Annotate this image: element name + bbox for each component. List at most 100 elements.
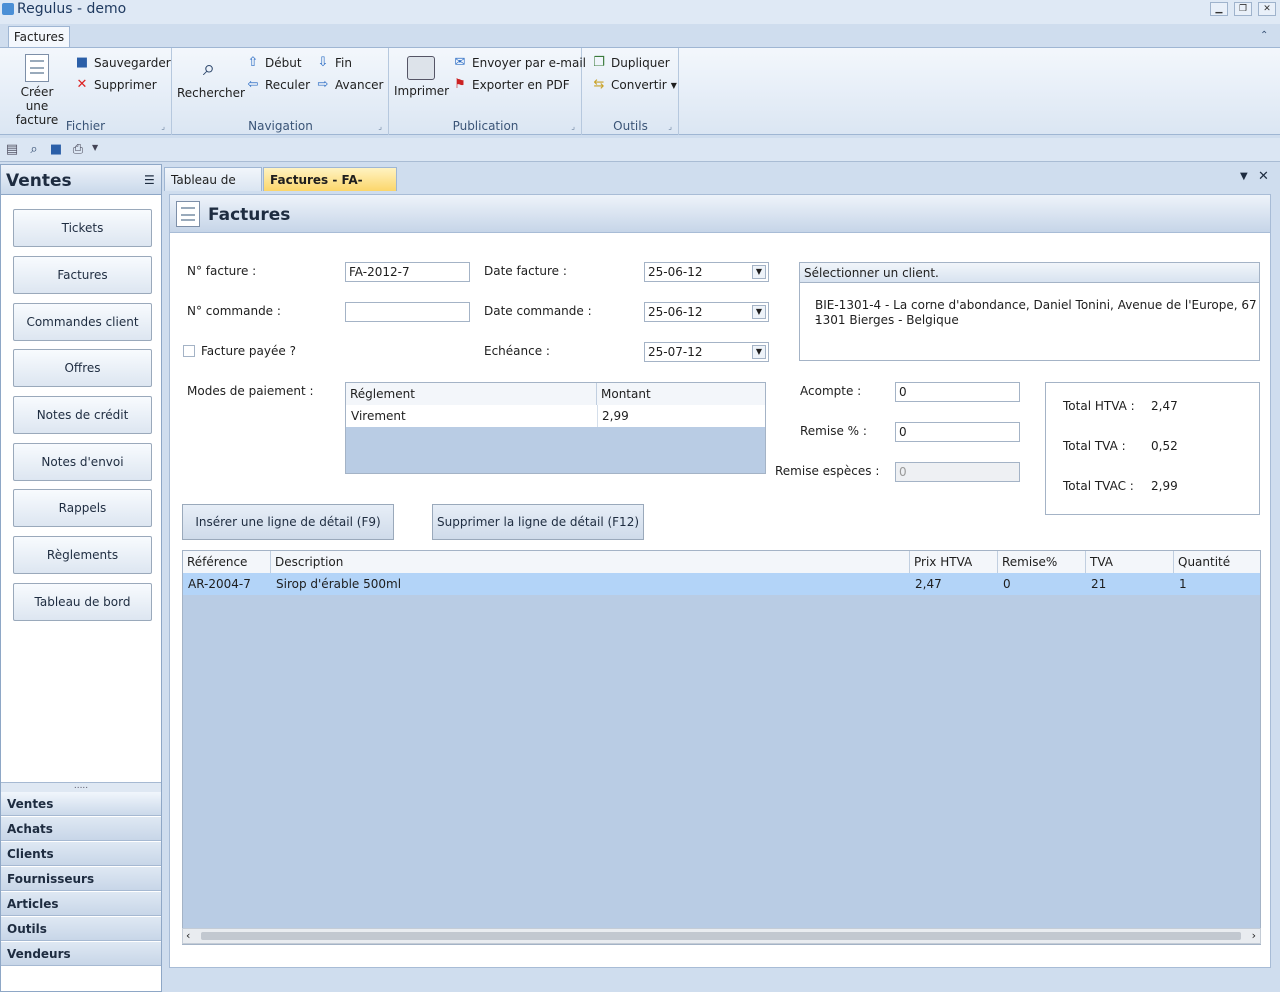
- group-fichier: Créer une facture ■ Sauvegarder ✕ Supprime…: [0, 48, 172, 135]
- title-bar: Regulus - demo ▁ ❐ ✕: [0, 0, 1280, 24]
- save-icon[interactable]: ■: [48, 142, 64, 158]
- nav-button-reglements[interactable]: Règlements: [13, 536, 152, 574]
- nav-section-fournisseurs[interactable]: Fournisseurs: [1, 867, 161, 891]
- table-row[interactable]: AR-2004-7 Sirop d'érable 500ml 2,47 0 21…: [183, 573, 1260, 595]
- duplicate-button[interactable]: ❐ Dupliquer: [591, 55, 670, 71]
- export-pdf-button[interactable]: ⚑ Exporter en PDF: [452, 77, 569, 93]
- ribbon-tab-factures[interactable]: Factures: [8, 26, 70, 48]
- nav-button-notes-de-credit[interactable]: Notes de crédit: [13, 396, 152, 434]
- create-invoice-button[interactable]: Créer une facture: [4, 54, 70, 127]
- save-button[interactable]: ■ Sauvegarder: [74, 55, 171, 71]
- discount-percent-label: Remise % :: [800, 424, 867, 438]
- print-button[interactable]: Imprimer: [394, 56, 449, 98]
- nav-button-tickets[interactable]: Tickets: [13, 209, 152, 247]
- nav-section-ventes[interactable]: Ventes: [1, 792, 161, 816]
- discount-percent-field[interactable]: 0: [895, 422, 1020, 442]
- quantity-cell: 1: [1179, 577, 1187, 591]
- delete-button[interactable]: ✕ Supprimer: [74, 77, 157, 93]
- column-header-reference[interactable]: Référence: [183, 551, 271, 573]
- detail-grid[interactable]: Référence Description Prix HTVA Remise% …: [182, 550, 1261, 945]
- nav-section-clients[interactable]: Clients: [1, 842, 161, 866]
- payment-modes-label: Modes de paiement :: [187, 384, 314, 398]
- send-email-button[interactable]: ✉ Envoyer par e-mail: [452, 55, 586, 71]
- invoice-number-field[interactable]: FA-2012-7: [345, 262, 470, 282]
- client-panel[interactable]: Sélectionner un client. BIE-1301-4 - La …: [799, 262, 1260, 361]
- group-launcher-icon[interactable]: ⌟: [378, 122, 382, 131]
- delete-detail-line-button[interactable]: Supprimer la ligne de détail (F12): [432, 504, 644, 540]
- new-icon[interactable]: ▤: [4, 142, 20, 158]
- binoculars-icon: ⌕: [202, 56, 216, 81]
- group-launcher-icon[interactable]: ⌟: [571, 122, 575, 131]
- splitter-grip[interactable]: .....: [1, 782, 161, 792]
- dropdown-arrow-icon[interactable]: ▼: [752, 265, 766, 279]
- nav-section-articles[interactable]: Articles: [1, 892, 161, 916]
- pane-menu-icon[interactable]: ☰: [144, 173, 155, 187]
- payment-grid[interactable]: Réglement Montant Virement 2,99: [345, 382, 766, 474]
- invoice-form: Factures N° facture : FA-2012-7 N° comma…: [169, 194, 1271, 968]
- tab-list-dropdown-icon[interactable]: ▼: [1240, 171, 1248, 182]
- close-tab-icon[interactable]: ✕: [1258, 169, 1269, 184]
- convert-button[interactable]: ⇆ Convertir ▼: [591, 77, 677, 93]
- insert-detail-line-button[interactable]: Insérer une ligne de détail (F9): [182, 504, 394, 540]
- dropdown-arrow-icon: ▼: [670, 80, 677, 90]
- scrollbar-thumb[interactable]: [201, 932, 1241, 940]
- deposit-field[interactable]: 0: [895, 382, 1020, 402]
- nav-section-vendeurs[interactable]: Vendeurs: [1, 942, 161, 966]
- table-row[interactable]: Virement 2,99: [346, 405, 765, 427]
- column-header-description[interactable]: Description: [271, 551, 910, 573]
- group-launcher-icon[interactable]: ⌟: [668, 122, 672, 131]
- close-window-button[interactable]: ✕: [1258, 2, 1276, 16]
- maximize-button[interactable]: ❐: [1234, 2, 1252, 16]
- nav-button-offres[interactable]: Offres: [13, 349, 152, 387]
- nav-button-rappels[interactable]: Rappels: [13, 489, 152, 527]
- horizontal-scrollbar[interactable]: ‹ ›: [182, 928, 1261, 944]
- tab-factures-fa-2012-7[interactable]: Factures - FA-2012-7: [263, 167, 397, 211]
- column-header-montant[interactable]: Montant: [597, 383, 765, 405]
- last-record-button[interactable]: ⇩ Fin: [315, 55, 352, 71]
- email-icon: ✉: [454, 55, 466, 70]
- tab-tableau-de-bord[interactable]: Tableau de bord: [164, 167, 262, 211]
- minimize-button[interactable]: ▁: [1210, 2, 1228, 16]
- scroll-left-icon[interactable]: ‹: [186, 929, 190, 943]
- nav-button-tableau-de-bord[interactable]: Tableau de bord: [13, 583, 152, 621]
- discount-cell: 0: [1003, 577, 1011, 591]
- column-header-quantite[interactable]: Quantité: [1174, 551, 1260, 573]
- print-icon[interactable]: ⎙: [70, 142, 86, 158]
- due-date-picker[interactable]: 25-07-12 ▼: [644, 342, 769, 362]
- invoice-date-label: Date facture :: [484, 264, 567, 278]
- total-tva-value: 0,52: [1151, 439, 1178, 453]
- dropdown-arrow-icon[interactable]: ▼: [752, 345, 766, 359]
- nav-button-notes-d-envoi[interactable]: Notes d'envoi: [13, 443, 152, 481]
- nav-section-achats[interactable]: Achats: [1, 817, 161, 841]
- navigation-pane: Ventes ☰ Tickets Factures Commandes clie…: [0, 164, 162, 992]
- window-title: Regulus - demo: [17, 1, 127, 17]
- nav-section-outils[interactable]: Outils: [1, 917, 161, 941]
- duplicate-icon: ❐: [593, 55, 605, 70]
- scroll-right-icon[interactable]: ›: [1252, 929, 1256, 943]
- order-number-label: N° commande :: [187, 304, 281, 318]
- ribbon-collapse-icon[interactable]: ⌃: [1260, 30, 1268, 41]
- form-title: Factures: [208, 205, 291, 225]
- next-record-button[interactable]: ⇨ Avancer: [315, 77, 384, 93]
- column-header-tva[interactable]: TVA: [1086, 551, 1174, 573]
- column-header-prix-htva[interactable]: Prix HTVA: [910, 551, 998, 573]
- nav-button-commandes-client[interactable]: Commandes client: [13, 303, 152, 341]
- search-button[interactable]: ⌕ Rechercher: [177, 56, 245, 100]
- first-record-button[interactable]: ⇧ Début: [245, 55, 302, 71]
- previous-record-button[interactable]: ⇦ Reculer: [245, 77, 311, 93]
- search-icon[interactable]: ⌕: [26, 142, 42, 158]
- reference-cell: AR-2004-7: [188, 577, 251, 591]
- client-panel-header[interactable]: Sélectionner un client.: [800, 263, 1259, 283]
- column-header-remise[interactable]: Remise%: [998, 551, 1086, 573]
- dropdown-arrow-icon[interactable]: ▼: [752, 305, 766, 319]
- group-publication: Imprimer ✉ Envoyer par e-mail ⚑ Exporter e…: [390, 48, 586, 135]
- column-header-reglement[interactable]: Réglement: [346, 383, 597, 405]
- group-launcher-icon[interactable]: ⌟: [161, 122, 165, 131]
- nav-button-factures[interactable]: Factures: [13, 256, 152, 294]
- invoice-paid-checkbox[interactable]: [183, 345, 195, 357]
- customize-dropdown-icon[interactable]: ▼: [92, 143, 98, 152]
- order-number-field[interactable]: [345, 302, 470, 322]
- invoice-date-picker[interactable]: 25-06-12 ▼: [644, 262, 769, 282]
- order-date-picker[interactable]: 25-06-12 ▼: [644, 302, 769, 322]
- group-label-outils: Outils: [613, 119, 648, 133]
